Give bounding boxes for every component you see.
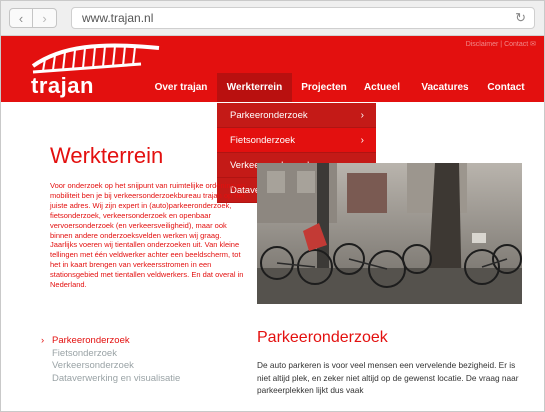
chevron-right-icon: › — [42, 10, 47, 26]
intro-text: Voor onderzoek op het snijpunt van ruimt… — [50, 181, 246, 290]
subnav-item-verkeersonderzoek[interactable]: Verkeersonderzoek — [41, 360, 180, 373]
chevron-right-icon: › — [360, 135, 364, 146]
chevron-left-icon: ‹ — [18, 10, 24, 26]
header-top-links[interactable]: Disclaimer | Contact ✉ — [466, 40, 536, 48]
bicycles-photo — [257, 163, 522, 304]
subnav-item-dataverwerking[interactable]: Dataverwerking en visualisatie — [41, 373, 180, 386]
reload-icon[interactable]: ↻ — [515, 8, 526, 28]
dropdown-item-label: Parkeeronderzoek — [230, 110, 308, 121]
bicycles-photo-image — [257, 163, 522, 304]
nav-item-werkterrein[interactable]: Werkterrein — [217, 73, 292, 102]
subnav-item-parkeeronderzoek[interactable]: › Parkeeronderzoek — [41, 335, 180, 348]
nav-item-vacatures[interactable]: Vacatures — [415, 73, 475, 102]
back-button[interactable]: ‹ — [9, 8, 33, 28]
nav-item-projecten[interactable]: Projecten — [297, 73, 351, 102]
chevron-right-icon: › — [360, 110, 364, 121]
browser-window: ‹ › www.trajan.nl ↻ trajan Disclaimer | … — [0, 0, 545, 412]
chevron-right-icon: › — [41, 335, 45, 346]
section-body: De auto parkeren is voor veel mensen een… — [257, 360, 519, 395]
site-header: trajan Disclaimer | Contact ✉ Over traja… — [1, 36, 544, 102]
sub-navigation: › Parkeeronderzoek Fietsonderzoek Verkee… — [41, 335, 180, 385]
nav-item-over-trajan[interactable]: Over trajan — [151, 73, 211, 102]
page-title: Werkterrein — [50, 143, 164, 168]
nav-item-contact[interactable]: Contact — [481, 73, 531, 102]
forward-button[interactable]: › — [33, 8, 57, 28]
url-text: www.trajan.nl — [82, 11, 154, 25]
dropdown-item-fietsonderzoek[interactable]: Fietsonderzoek › — [217, 128, 376, 153]
bridge-logo-icon[interactable] — [31, 42, 161, 76]
section-title: Parkeeronderzoek — [257, 329, 388, 346]
subnav-item-fietsonderzoek[interactable]: Fietsonderzoek — [41, 348, 180, 361]
dropdown-item-label: Fietsonderzoek — [230, 135, 295, 146]
nav-item-actueel[interactable]: Actueel — [359, 73, 405, 102]
address-bar[interactable]: www.trajan.nl ↻ — [71, 7, 535, 29]
browser-toolbar: ‹ › www.trajan.nl ↻ — [1, 1, 544, 36]
dropdown-item-parkeeronderzoek[interactable]: Parkeeronderzoek › — [217, 103, 376, 128]
subnav-item-label: Parkeeronderzoek — [52, 335, 130, 346]
main-navigation: Over trajan Werkterrein Projecten Actuee… — [1, 73, 544, 102]
history-buttons: ‹ › — [9, 8, 57, 28]
